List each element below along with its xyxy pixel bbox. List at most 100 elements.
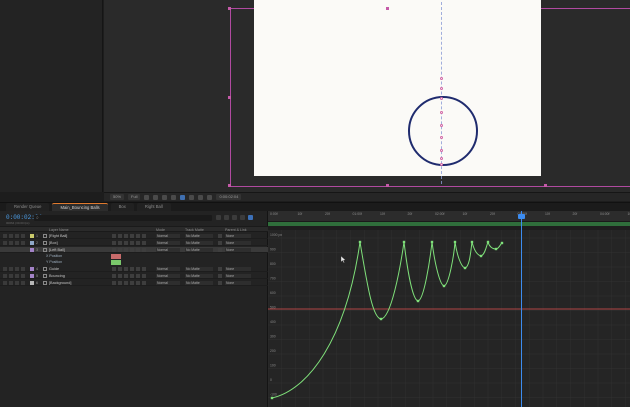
layer-row[interactable]: 3 [Left Ball] Normal No Matte None xyxy=(0,247,268,253)
layer-switch-icon[interactable] xyxy=(142,234,146,238)
layer-switch-icon[interactable] xyxy=(136,234,140,238)
keyframe-point[interactable] xyxy=(416,299,420,303)
frame-blending-icon[interactable] xyxy=(232,215,237,220)
track-matte-dropdown[interactable]: No Matte xyxy=(185,241,213,245)
transform-handle[interactable] xyxy=(228,7,231,10)
transform-handle[interactable] xyxy=(228,96,231,99)
layer-switch-icon[interactable] xyxy=(3,281,7,285)
label-color-icon[interactable] xyxy=(30,241,34,245)
layer-switch-icon[interactable] xyxy=(124,267,128,271)
layer-name[interactable]: [Box] xyxy=(49,240,58,246)
label-color-icon[interactable] xyxy=(30,274,34,278)
layer-name[interactable]: [Right Ball] xyxy=(49,233,67,239)
layer-switch-icon[interactable] xyxy=(124,281,128,285)
region-icon[interactable] xyxy=(144,194,150,200)
parent-dropdown[interactable]: None xyxy=(225,267,251,271)
layer-switch-icon[interactable] xyxy=(142,267,146,271)
layer-switch-icon[interactable] xyxy=(9,241,13,245)
mode-dropdown[interactable]: Normal xyxy=(156,274,180,278)
layer-switch-icon[interactable] xyxy=(15,248,19,252)
keyframe-point[interactable] xyxy=(486,240,490,244)
layer-switch-icon[interactable] xyxy=(21,281,25,285)
layer-switch-icon[interactable] xyxy=(112,281,116,285)
layer-switch-icon[interactable] xyxy=(15,241,19,245)
layer-switch-icon[interactable] xyxy=(15,234,19,238)
motion-path-keyframe[interactable] xyxy=(440,163,443,166)
layer-switch-icon[interactable] xyxy=(3,248,7,252)
pick-whip-icon[interactable] xyxy=(218,241,222,245)
comp-frame[interactable] xyxy=(254,0,541,176)
parent-dropdown[interactable]: None xyxy=(225,274,251,278)
motion-path-keyframe[interactable] xyxy=(440,136,443,139)
transform-handle[interactable] xyxy=(386,184,389,187)
time-ruler[interactable]: 0:00f10f20f01:00f10f20f02:00f10f20f03:00… xyxy=(268,211,630,222)
motion-path-keyframe[interactable] xyxy=(440,124,443,127)
comp-flowchart-icon[interactable] xyxy=(216,215,221,220)
transform-handle[interactable] xyxy=(386,7,389,10)
layer-switch-icon[interactable] xyxy=(142,274,146,278)
keyframe-point[interactable] xyxy=(494,247,498,251)
label-color-icon[interactable] xyxy=(30,281,34,285)
keyframe-point[interactable] xyxy=(442,284,446,288)
layer-switch-icon[interactable] xyxy=(130,281,134,285)
layer-row[interactable]: 5 Bouncing Normal No Matte None xyxy=(0,273,268,279)
layer-switch-icon[interactable] xyxy=(9,248,13,252)
layer-switch-icon[interactable] xyxy=(124,274,128,278)
layer-switch-icon[interactable] xyxy=(3,241,7,245)
layer-switch-icon[interactable] xyxy=(136,281,140,285)
layer-switch-icon[interactable] xyxy=(21,267,25,271)
y-position-curve[interactable] xyxy=(271,240,503,399)
layer-switch-icon[interactable] xyxy=(142,248,146,252)
ball-circle[interactable] xyxy=(408,96,478,166)
tab-right-ball[interactable]: Right Ball xyxy=(136,203,171,211)
cti-handle[interactable] xyxy=(518,214,525,219)
track-matte-dropdown[interactable]: No Matte xyxy=(185,274,213,278)
layer-switch-icon[interactable] xyxy=(3,274,7,278)
layer-switch-icon[interactable] xyxy=(118,241,122,245)
layer-switch-icon[interactable] xyxy=(15,267,19,271)
motion-path-keyframe[interactable] xyxy=(440,149,443,152)
track-matte-dropdown[interactable]: No Matte xyxy=(185,281,213,285)
layer-switch-icon[interactable] xyxy=(124,234,128,238)
layer-switch-icon[interactable] xyxy=(21,241,25,245)
layer-switch-icon[interactable] xyxy=(130,248,134,252)
label-color-icon[interactable] xyxy=(30,234,34,238)
layer-switch-icon[interactable] xyxy=(15,281,19,285)
track-matte-dropdown[interactable]: No Matte xyxy=(185,248,213,252)
motion-path-keyframe[interactable] xyxy=(440,87,443,90)
pick-whip-icon[interactable] xyxy=(218,248,222,252)
viewer-timecode[interactable]: 0:00:02:04 xyxy=(216,194,242,200)
property-row[interactable]: Y Position xyxy=(0,260,268,265)
pick-whip-icon[interactable] xyxy=(218,281,222,285)
pick-whip-icon[interactable] xyxy=(218,274,222,278)
layer-switch-icon[interactable] xyxy=(112,267,116,271)
keyframe-point[interactable] xyxy=(453,240,457,244)
parent-dropdown[interactable]: None xyxy=(225,281,251,285)
keyframe-point[interactable] xyxy=(463,266,467,270)
keyframe-point[interactable] xyxy=(500,241,504,245)
layer-switch-icon[interactable] xyxy=(9,234,13,238)
layer-switch-icon[interactable] xyxy=(130,274,134,278)
property-name[interactable]: X Position xyxy=(46,254,62,259)
mode-dropdown[interactable]: Normal xyxy=(156,241,180,245)
layer-switch-icon[interactable] xyxy=(118,248,122,252)
layer-row[interactable]: 4 Guide Normal No Matte None xyxy=(0,266,268,272)
motion-blur-icon[interactable] xyxy=(240,215,245,220)
layer-switch-icon[interactable] xyxy=(124,248,128,252)
composition-viewer[interactable] xyxy=(104,0,630,192)
mode-dropdown[interactable]: Normal xyxy=(156,267,180,271)
layer-switch-icon[interactable] xyxy=(112,234,116,238)
layer-switch-icon[interactable] xyxy=(15,274,19,278)
track-matte-dropdown[interactable]: No Matte xyxy=(185,234,213,238)
label-color-icon[interactable] xyxy=(30,248,34,252)
keyframe-point[interactable] xyxy=(470,240,474,244)
motion-path-keyframe[interactable] xyxy=(440,97,443,100)
keyframe-point[interactable] xyxy=(270,396,274,400)
keyframe-point[interactable] xyxy=(479,254,483,258)
layer-switch-icon[interactable] xyxy=(112,241,116,245)
layer-name[interactable]: Guide xyxy=(49,266,59,272)
keyframe-point[interactable] xyxy=(379,317,383,321)
property-row[interactable]: X Position xyxy=(0,254,268,259)
layer-search-input[interactable] xyxy=(34,215,212,221)
transform-handle[interactable] xyxy=(228,184,231,187)
